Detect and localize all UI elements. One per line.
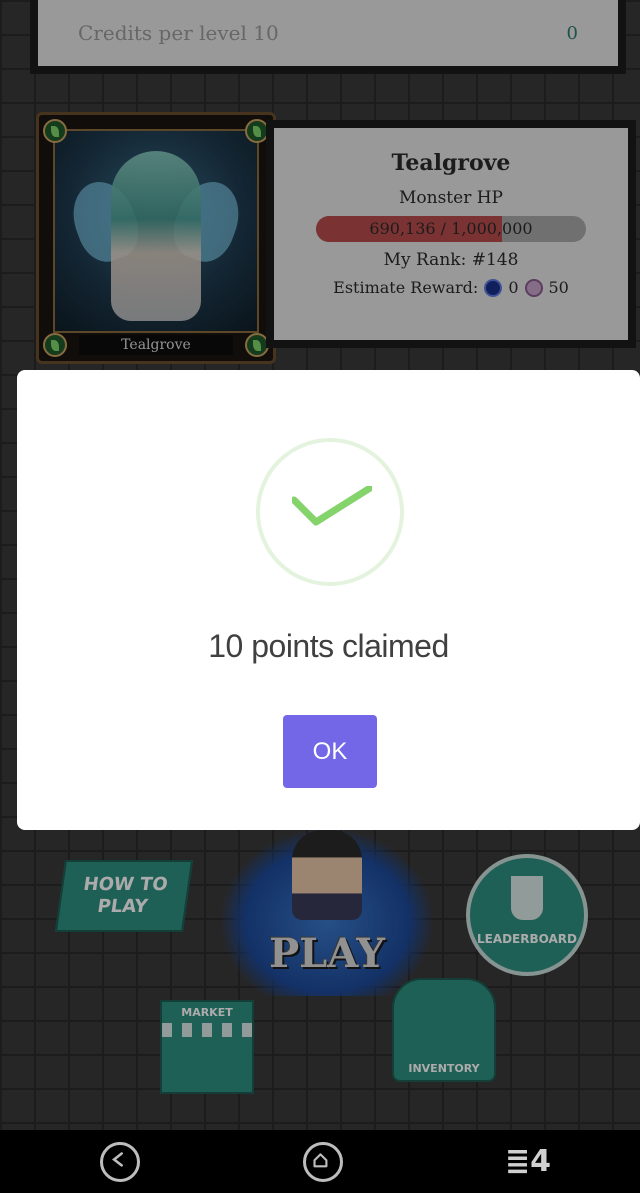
recents-icon: ≣4 — [505, 1144, 552, 1179]
recents-button[interactable]: ≣4 — [505, 1142, 565, 1182]
success-icon — [256, 438, 404, 586]
back-button[interactable] — [100, 1142, 140, 1182]
home-icon — [313, 1153, 328, 1168]
checkmark-icon — [292, 486, 372, 526]
system-nav-bar: ≣4 — [0, 1130, 640, 1193]
back-icon — [111, 1152, 123, 1167]
home-button[interactable] — [303, 1142, 343, 1182]
ok-button[interactable]: OK — [283, 715, 377, 788]
dialog-title: 10 points claimed — [208, 628, 449, 664]
success-dialog: 10 points claimed OK — [17, 370, 640, 830]
